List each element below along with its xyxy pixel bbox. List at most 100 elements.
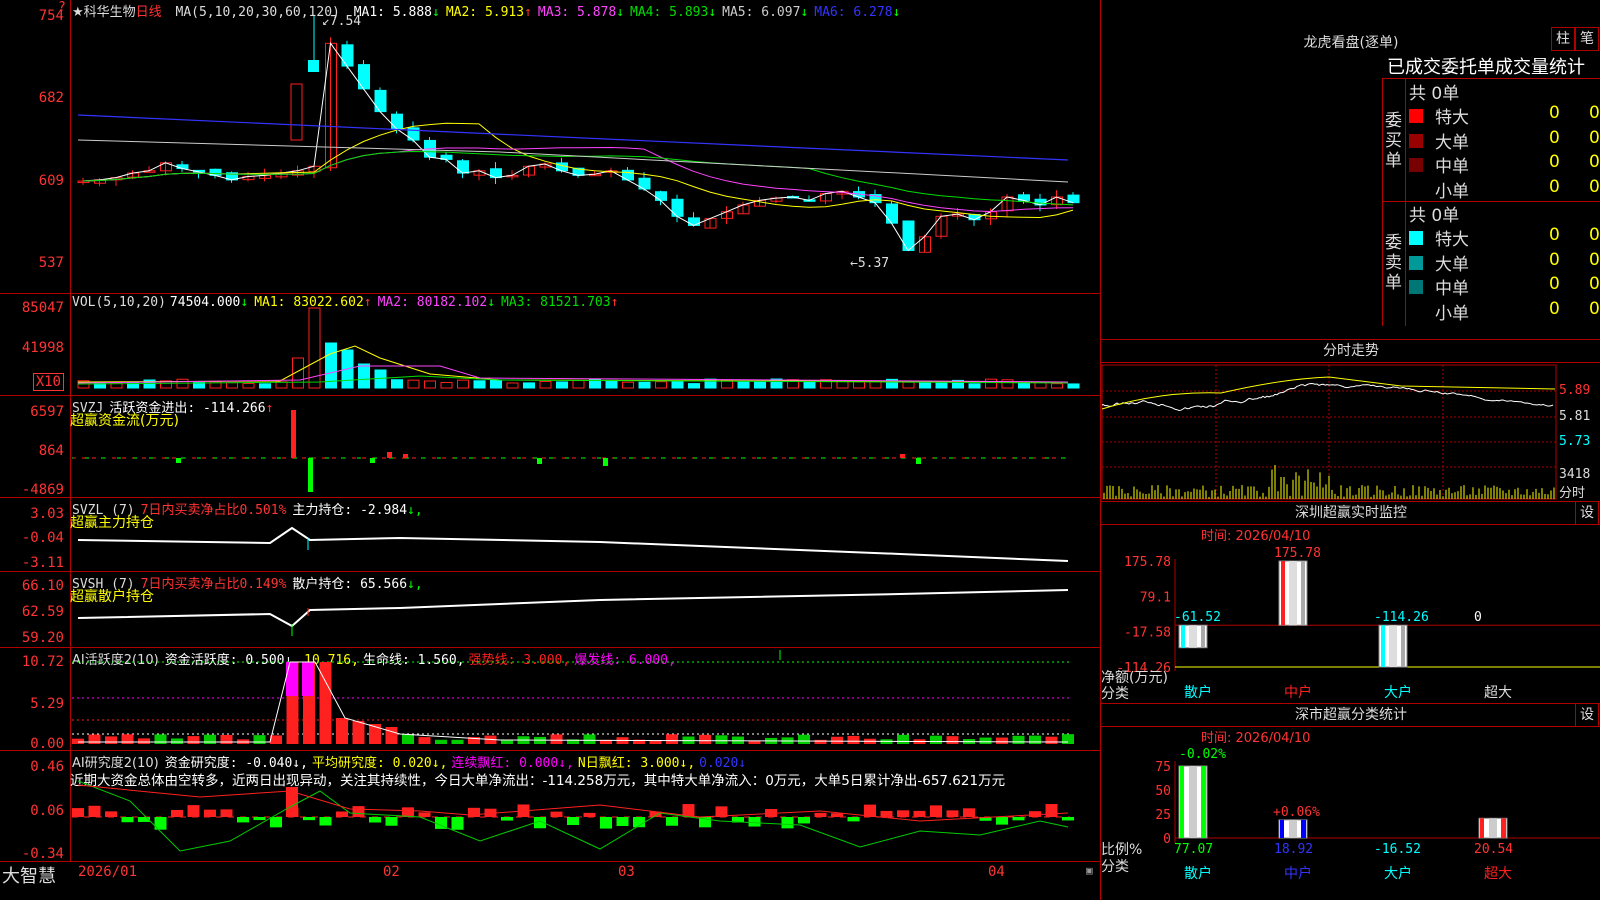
holding-line — [77, 589, 1069, 628]
value-label: -61.52 — [1174, 610, 1221, 625]
volume-panel[interactable]: 85047 41998 X10 VOL(5,10,20) 74504.000↓ MA… — [0, 294, 1100, 396]
volume-bar — [440, 381, 453, 389]
flow-bar — [387, 452, 392, 458]
activity-bar — [204, 734, 216, 744]
research-bar — [550, 811, 563, 817]
volume-bar — [226, 382, 238, 389]
volume-bar — [242, 382, 255, 389]
order-count: 0 — [1549, 127, 1560, 148]
candle — [176, 164, 189, 170]
activity-bar — [979, 737, 992, 744]
date-label: 2026/01 — [78, 864, 138, 880]
candle — [391, 113, 403, 130]
flow-bar — [916, 458, 921, 464]
date-axis: 大智慧 2026/01 02 03 04 ▣ — [0, 862, 1100, 900]
research-bar — [352, 806, 365, 817]
lock-icon[interactable]: ▣ — [1086, 864, 1093, 877]
volume-bar — [457, 379, 469, 389]
order-type: 特大 — [1435, 230, 1469, 250]
candle — [290, 83, 303, 141]
date-label: 04 — [988, 864, 1005, 880]
research-bar — [369, 817, 381, 823]
category-label: 散户 — [1184, 865, 1212, 882]
research-bar — [418, 812, 431, 817]
color-swatch — [1409, 304, 1423, 319]
color-swatch — [1409, 109, 1423, 123]
volume-chart[interactable] — [0, 294, 1100, 395]
ai-research-panel[interactable]: 0.46 0.06 -0.34 AI研究度2(10) 资金研究度: -0.040↓… — [0, 751, 1100, 862]
volume-bar — [424, 380, 436, 389]
research-bar — [567, 817, 579, 826]
ai-active-chart[interactable] — [0, 648, 1100, 750]
color-swatch — [1409, 255, 1423, 270]
volume-bar — [985, 378, 997, 389]
ai-active-panel[interactable]: 10.72 5.29 0.00 AI活跃度2(10) 资金活跃度: 0.500↓,… — [0, 648, 1100, 752]
candlestick-chart[interactable] — [0, 0, 1100, 293]
order-percent: 0% — [1589, 103, 1600, 123]
order-type: 大单 — [1435, 254, 1469, 275]
flow-bar — [176, 458, 181, 463]
research-bar — [798, 817, 810, 824]
activity-bar — [699, 734, 711, 744]
research-bar — [600, 817, 612, 829]
activity-bar — [121, 734, 134, 744]
buy-orders-label: 委买单 — [1385, 111, 1402, 171]
price-panel[interactable]: 754 682 609 537 ? ★科华生物日线 MA(5,10,20,30,… — [0, 0, 1100, 294]
research-bar — [897, 810, 909, 817]
research-bar — [336, 811, 348, 817]
activity-bar — [1062, 734, 1074, 744]
svsh-chart[interactable] — [0, 572, 1100, 647]
dragon-subtitle: 已成交委托单成交量统计 — [1387, 57, 1585, 78]
color-swatch — [1409, 133, 1423, 148]
svzj-panel[interactable]: 6597 864 -4869 SVZJ 活跃资金进出: -114.266↑ 超赢资… — [0, 396, 1100, 498]
order-type: 大单 — [1435, 132, 1469, 153]
bar-edge — [1381, 625, 1385, 667]
intraday-vol-label: 3418 — [1559, 467, 1591, 482]
bar-shine — [1289, 819, 1297, 838]
bar-mode-button[interactable]: 柱 — [1551, 27, 1575, 51]
tick-mode-button[interactable]: 笔 — [1575, 27, 1599, 51]
order-percent: 0% — [1589, 249, 1600, 270]
order-percent: 0% — [1589, 176, 1600, 197]
axis-label: 75 — [1155, 760, 1171, 775]
svsh-panel[interactable]: 66.10 62.59 59.20 SVSH (7) 7日内买卖净占比0.149%… — [0, 572, 1100, 648]
bar-shine — [1389, 625, 1397, 667]
activity-bar — [220, 734, 233, 744]
activity-bar — [732, 736, 744, 744]
sz-class-panel: 深市超赢分类统计 设 时间: 2026/04/10 75 50 25 0 -0.02% +… — [1100, 703, 1600, 900]
volume-bar — [473, 380, 486, 389]
activity-bar — [946, 736, 959, 744]
buy-total: 共 0单 — [1409, 84, 1460, 104]
research-bar — [1045, 804, 1058, 817]
order-row: 特大 0 0% — [1409, 103, 1600, 128]
volume-bar — [523, 382, 535, 389]
svzj-chart[interactable] — [0, 396, 1100, 497]
category-label: 中户 — [1284, 865, 1312, 882]
activity-bar — [715, 735, 728, 744]
order-type: 小单 — [1435, 181, 1469, 202]
activity-bar — [550, 734, 563, 744]
research-bar — [847, 817, 860, 822]
order-count: 0 — [1549, 176, 1560, 197]
sz-monitor-panel: 深圳超赢实时监控 设 时间: 2026/04/10 175.78 79.1 -17.… — [1100, 501, 1600, 703]
svzl-chart[interactable] — [0, 498, 1100, 571]
bar-edge — [1501, 818, 1506, 838]
activity-bar — [798, 734, 810, 744]
bar-edge — [1281, 561, 1285, 626]
intraday-chart[interactable] — [1101, 339, 1600, 501]
activity-bar — [253, 735, 266, 744]
holding-line — [77, 526, 1069, 562]
volume-bar — [1001, 379, 1014, 389]
flow-bar — [603, 458, 608, 466]
svzl-panel[interactable]: 3.03 -0.04 -3.11 SVZL (7) 7日内买卖净占比0.501% 主… — [0, 498, 1100, 572]
axis-label: 175.78 — [1124, 555, 1171, 570]
intraday-panel[interactable]: 分时走势 5.89 5.81 5.73 3418 分时 — [1100, 339, 1600, 501]
order-count: 0 — [1549, 152, 1560, 172]
vol-ma1 — [77, 345, 1069, 383]
activity-bar — [831, 736, 843, 744]
research-bar — [270, 817, 282, 828]
order-row: 小单 0 0% — [1409, 299, 1600, 324]
ai-research-chart[interactable] — [0, 751, 1100, 861]
dragon-grid: 委买单 委卖单 共 0单 特大 0 0% 大单 0 0% 中单 0 0% 小单 0 0% 共 0单 特… — [1382, 78, 1600, 326]
research-bar — [303, 817, 315, 821]
